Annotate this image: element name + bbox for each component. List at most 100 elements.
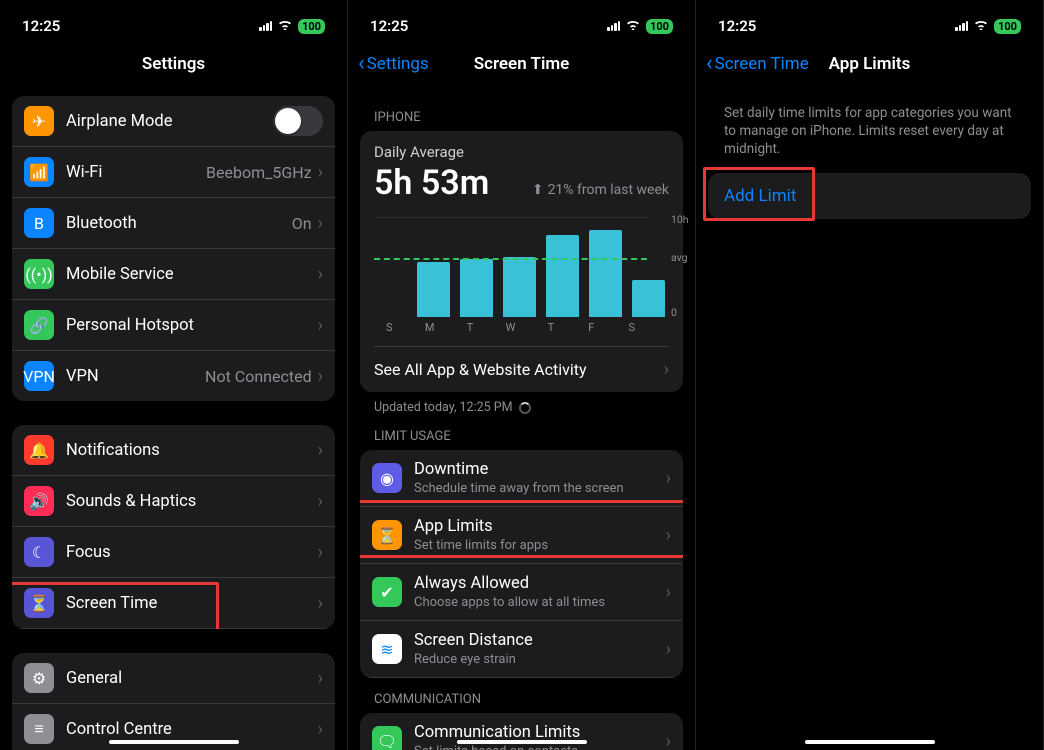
home-indicator[interactable] <box>457 740 587 745</box>
limit-row-always-allowed[interactable]: ✔ Always Allowed Choose apps to allow at… <box>360 564 683 621</box>
home-indicator[interactable] <box>109 740 239 745</box>
row-value: Not Connected <box>205 367 312 386</box>
settings-row-vpn[interactable]: VPNVPNNot Connected› <box>12 351 335 401</box>
daily-average-value: 5h 53m <box>374 163 489 203</box>
bell-icon: 🔔 <box>24 435 54 465</box>
chevron-right-icon: › <box>666 639 671 660</box>
settings-row-sounds-haptics[interactable]: 🔊Sounds & Haptics› <box>12 476 335 527</box>
row-sublabel: Set time limits for apps <box>414 538 666 553</box>
chevron-right-icon: › <box>318 213 323 234</box>
section-communication: COMMUNICATION <box>360 678 683 713</box>
row-label: General <box>66 669 318 688</box>
row-label: App Limits <box>414 517 666 536</box>
back-button[interactable]: ‹ Screen Time <box>706 53 809 75</box>
battery-icon: 100 <box>994 19 1021 34</box>
app-limits-description: Set daily time limits for app categories… <box>708 86 1031 173</box>
nav-header: ‹ Settings Screen Time <box>348 42 695 86</box>
back-label: Screen Time <box>715 54 809 74</box>
settings-row-wi-fi[interactable]: 📶Wi-FiBeebom_5GHz› <box>12 147 335 198</box>
daily-average-card[interactable]: Daily Average 5h 53m ⬆ 21% from last wee… <box>360 131 683 392</box>
chevron-right-icon: › <box>318 719 323 740</box>
chevron-left-icon: ‹ <box>358 53 365 75</box>
chevron-right-icon: › <box>666 525 671 546</box>
chevron-right-icon: › <box>318 264 323 285</box>
arrow-up-icon: ⬆ <box>532 182 544 198</box>
back-button[interactable]: ‹ Settings <box>358 53 429 75</box>
chevron-right-icon: › <box>666 731 671 750</box>
chevron-right-icon: › <box>664 359 669 380</box>
row-label: Bluetooth <box>66 214 292 233</box>
moon-icon: ☾ <box>24 537 54 567</box>
panel-settings: 12:25 100 Settings ✈Airplane Mode📶Wi-FiB… <box>0 0 348 750</box>
speaker-icon: 🔊 <box>24 486 54 516</box>
chevron-right-icon: › <box>318 315 323 336</box>
status-bar: 12:25 100 <box>696 0 1043 42</box>
row-label: Personal Hotspot <box>66 316 318 335</box>
settings-row-notifications[interactable]: 🔔Notifications› <box>12 425 335 476</box>
distance-icon: ≋ <box>372 634 402 664</box>
row-label: Screen Time <box>66 594 318 613</box>
panel-app-limits: 12:25 100 ‹ Screen Time App Limits Set d… <box>696 0 1044 750</box>
chevron-right-icon: › <box>318 162 323 183</box>
wifi-icon <box>973 18 989 34</box>
row-label: VPN <box>66 367 205 386</box>
signal-icon <box>955 21 968 31</box>
vpn-icon: VPN <box>24 361 54 391</box>
daily-average-label: Daily Average <box>374 143 669 161</box>
row-value: On <box>292 214 312 233</box>
chevron-right-icon: › <box>666 582 671 603</box>
chevron-right-icon: › <box>666 468 671 489</box>
hourglass-icon: ⏳ <box>24 588 54 618</box>
comm-icon: 🗨 <box>372 726 402 750</box>
settings-row-bluetooth[interactable]: B BluetoothOn › <box>12 198 335 249</box>
limit-row-app-limits[interactable]: ⏳ App Limits Set time limits for apps › <box>360 507 683 564</box>
settings-row-mobile-service[interactable]: ((•)) Mobile Service› <box>12 249 335 300</box>
settings-row-airplane-mode[interactable]: ✈ Airplane Mode <box>12 96 335 147</box>
chevron-left-icon: ‹ <box>706 53 713 75</box>
airplane-icon: ✈ <box>24 106 54 136</box>
row-label: Focus <box>66 543 318 562</box>
status-time: 12:25 <box>370 17 408 35</box>
nav-header: ‹ Screen Time App Limits <box>696 42 1043 86</box>
row-label: Sounds & Haptics <box>66 492 318 511</box>
row-sublabel: Reduce eye strain <box>414 652 666 667</box>
status-bar: 12:25 100 <box>0 0 347 42</box>
status-time: 12:25 <box>22 17 60 35</box>
home-indicator[interactable] <box>805 740 935 745</box>
cell-icon: ((•)) <box>24 259 54 289</box>
section-limit-usage: LIMIT USAGE <box>360 415 683 450</box>
settings-row-focus[interactable]: ☾ Focus› <box>12 527 335 578</box>
downtime-icon: ◉ <box>372 463 402 493</box>
battery-icon: 100 <box>298 19 325 34</box>
settings-row-general[interactable]: ⚙General› <box>12 653 335 704</box>
comm-row-communication-limits[interactable]: 🗨 Communication Limits Set limits based … <box>360 713 683 750</box>
settings-row-personal-hotspot[interactable]: 🔗 Personal Hotspot› <box>12 300 335 351</box>
status-time: 12:25 <box>718 17 756 35</box>
row-label: Airplane Mode <box>66 112 273 131</box>
limit-row-screen-distance[interactable]: ≋ Screen Distance Reduce eye strain › <box>360 621 683 678</box>
hourglass-icon: ⏳ <box>372 520 402 550</box>
back-label: Settings <box>367 54 429 74</box>
chevron-right-icon: › <box>318 542 323 563</box>
row-value: Beebom_5GHz <box>206 163 312 182</box>
row-label: Always Allowed <box>414 574 666 593</box>
battery-icon: 100 <box>646 19 673 34</box>
hotspot-icon: 🔗 <box>24 310 54 340</box>
section-iphone: IPHONE <box>360 96 683 131</box>
row-sublabel: Set limits based on contacts <box>414 744 666 750</box>
toggle[interactable] <box>273 106 323 136</box>
switches-icon: ≡ <box>24 714 54 744</box>
settings-row-screen-time[interactable]: ⏳ Screen Time› <box>12 578 335 629</box>
page-title: Screen Time <box>474 54 570 74</box>
chevron-right-icon: › <box>318 366 323 387</box>
page-title: App Limits <box>829 54 911 74</box>
row-label: Mobile Service <box>66 265 318 284</box>
limit-row-downtime[interactable]: ◉ Downtime Schedule time away from the s… <box>360 450 683 507</box>
page-title: Settings <box>142 54 205 74</box>
see-all-activity-button[interactable]: See All App & Website Activity › <box>374 346 669 380</box>
chevron-right-icon: › <box>318 593 323 614</box>
updated-label: Updated today, 12:25 PM <box>360 392 683 415</box>
wifi-icon <box>277 18 293 34</box>
add-limit-button[interactable]: Add Limit <box>708 173 1031 219</box>
bluetooth-icon: B <box>24 208 54 238</box>
